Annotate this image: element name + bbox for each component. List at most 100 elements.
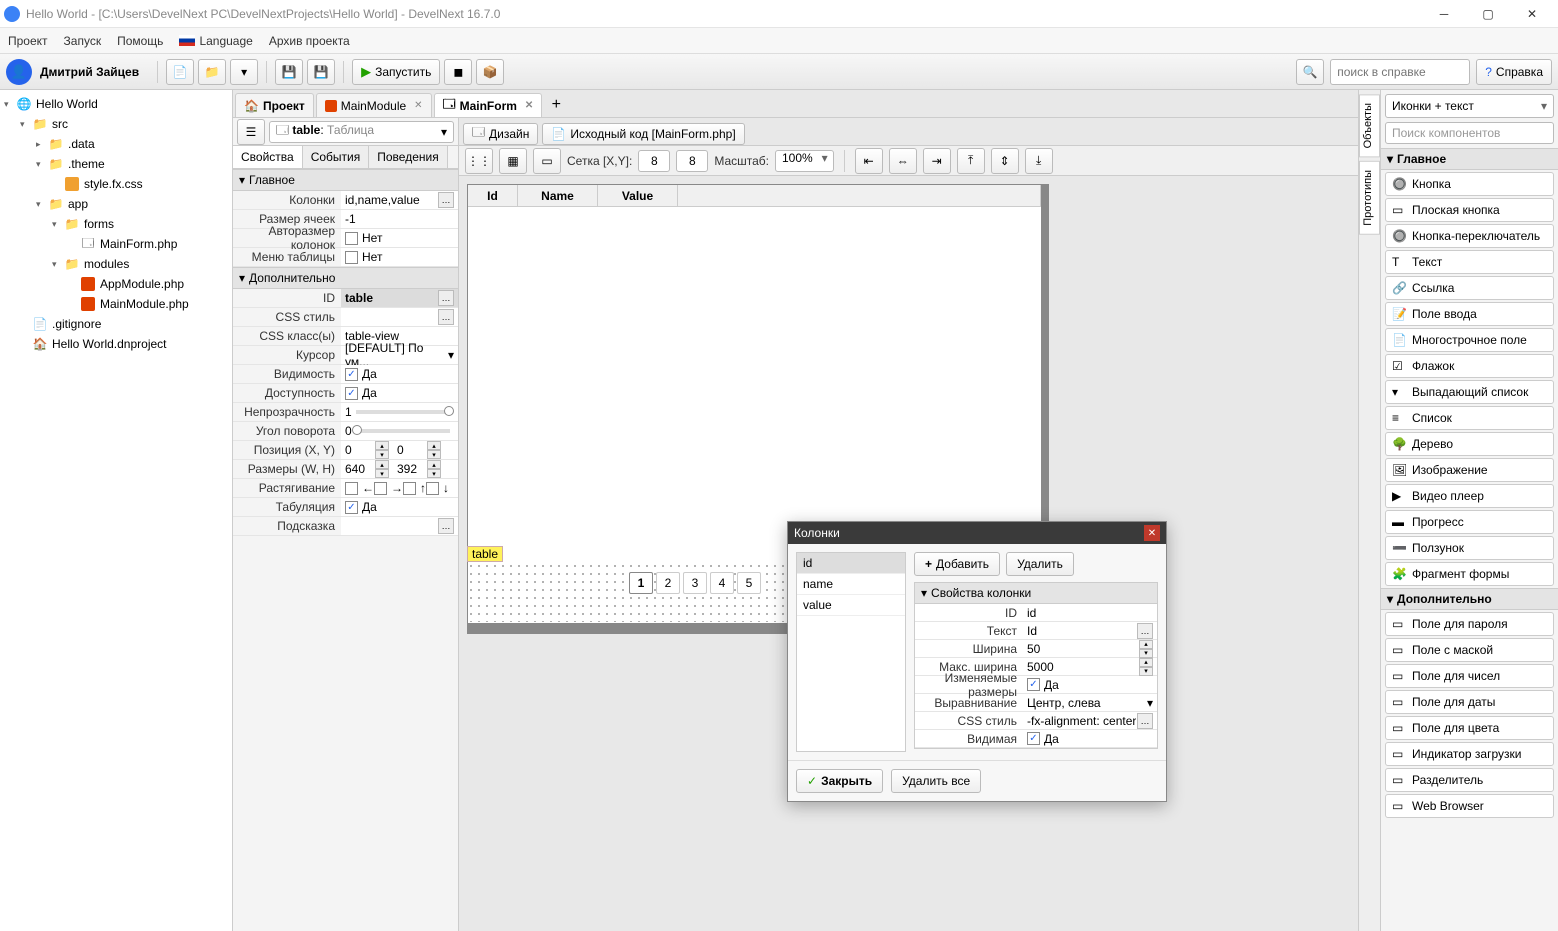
align-top-icon[interactable]: ⤒ <box>957 148 985 174</box>
palette-item[interactable]: ➖Ползунок <box>1385 536 1554 560</box>
tab-mainform[interactable]: 🗔MainForm✕ <box>434 93 543 117</box>
palette-item[interactable]: TТекст <box>1385 250 1554 274</box>
menu-icon[interactable]: ☰ <box>237 119 265 145</box>
palette-search[interactable]: Поиск компонентов <box>1385 122 1554 144</box>
save-all-button[interactable]: 💾 <box>307 59 335 85</box>
tab-design[interactable]: 🗔Дизайн <box>463 123 538 145</box>
section-extra[interactable]: ▾Дополнительно <box>233 267 458 289</box>
tree-data[interactable]: ▸📁.data <box>0 134 232 154</box>
section-extra[interactable]: ▾Дополнительно <box>1381 588 1558 610</box>
menu-language[interactable]: Language <box>179 34 252 48</box>
palette-item[interactable]: ▭Плоская кнопка <box>1385 198 1554 222</box>
dots-button[interactable]: … <box>438 518 454 534</box>
open-dropdown[interactable]: ▾ <box>230 59 258 85</box>
close-icon[interactable]: ✕ <box>1144 525 1160 541</box>
menu-project[interactable]: Проект <box>8 34 48 48</box>
tree-root[interactable]: ▾🌐Hello World <box>0 94 232 114</box>
dots-button[interactable]: … <box>438 309 454 325</box>
open-button[interactable]: 📁 <box>198 59 226 85</box>
align-left-icon[interactable]: ⇤ <box>855 148 883 174</box>
tab-source[interactable]: 📄Исходный код [MainForm.php] <box>542 123 744 145</box>
tree-appmodule[interactable]: AppModule.php <box>0 274 232 294</box>
delete-button[interactable]: Удалить <box>1006 552 1074 576</box>
tab-events[interactable]: События <box>303 146 370 168</box>
tree-mainmodule[interactable]: MainModule.php <box>0 294 232 314</box>
palette-item[interactable]: ▭Индикатор загрузки <box>1385 742 1554 766</box>
build-button[interactable]: 📦 <box>476 59 504 85</box>
close-button[interactable]: ✓Закрыть <box>796 769 883 793</box>
grid-dots-icon[interactable]: ⋮⋮ <box>465 148 493 174</box>
columns-list[interactable]: id name value <box>796 552 906 752</box>
page-1[interactable]: 1 <box>629 572 653 594</box>
dots-button[interactable]: … <box>1137 623 1153 639</box>
tree-style[interactable]: style.fx.css <box>0 174 232 194</box>
layout-icon[interactable]: ▭ <box>533 148 561 174</box>
palette-item[interactable]: ▭Поле для чисел <box>1385 664 1554 688</box>
palette-item[interactable]: 📄Многострочное поле <box>1385 328 1554 352</box>
avatar[interactable]: 👤 <box>6 59 32 85</box>
tree-app[interactable]: ▾📁app <box>0 194 232 214</box>
side-tab-prototypes[interactable]: Прототипы <box>1359 161 1380 235</box>
list-item[interactable]: name <box>797 574 905 595</box>
palette-item[interactable]: 📝Поле ввода <box>1385 302 1554 326</box>
palette-item[interactable]: ▾Выпадающий список <box>1385 380 1554 404</box>
run-button[interactable]: ▶Запустить <box>352 59 440 85</box>
palette-item[interactable]: ≡Список <box>1385 406 1554 430</box>
tab-properties[interactable]: Свойства <box>233 146 303 168</box>
add-button[interactable]: +Добавить <box>914 552 1000 576</box>
palette-item[interactable]: 🔘Кнопка-переключатель <box>1385 224 1554 248</box>
tree-mainform[interactable]: 🗔MainForm.php <box>0 234 232 254</box>
align-right-icon[interactable]: ⇥ <box>923 148 951 174</box>
tree-theme[interactable]: ▾📁.theme <box>0 154 232 174</box>
tree-src[interactable]: ▾📁src <box>0 114 232 134</box>
page-3[interactable]: 3 <box>683 572 707 594</box>
tree-dnproject[interactable]: 🏠Hello World.dnproject <box>0 334 232 354</box>
palette-item[interactable]: ▭Поле для даты <box>1385 690 1554 714</box>
grid-y-input[interactable] <box>676 150 708 172</box>
page-2[interactable]: 2 <box>656 572 680 594</box>
section-main[interactable]: ▾Главное <box>1381 148 1558 170</box>
search-input[interactable] <box>1330 59 1470 85</box>
maximize-button[interactable]: ▢ <box>1466 0 1510 28</box>
dots-button[interactable]: … <box>438 290 454 306</box>
palette-item[interactable]: 🔗Ссылка <box>1385 276 1554 300</box>
zoom-select[interactable]: 100% <box>775 150 834 172</box>
palette-item[interactable]: 🖼Изображение <box>1385 458 1554 482</box>
help-button[interactable]: ?Справка <box>1476 59 1552 85</box>
tree-gitignore[interactable]: 📄.gitignore <box>0 314 232 334</box>
menu-help[interactable]: Помощь <box>117 34 163 48</box>
section-main[interactable]: ▾Главное <box>233 169 458 191</box>
palette-item[interactable]: ☑Флажок <box>1385 354 1554 378</box>
tree-forms[interactable]: ▾📁forms <box>0 214 232 234</box>
grid-icon[interactable]: ▦ <box>499 148 527 174</box>
delete-all-button[interactable]: Удалить все <box>891 769 981 793</box>
palette-item[interactable]: ▶Видео плеер <box>1385 484 1554 508</box>
save-button[interactable]: 💾 <box>275 59 303 85</box>
close-icon[interactable]: ✕ <box>525 100 533 111</box>
palette-item[interactable]: 🌳Дерево <box>1385 432 1554 456</box>
list-item[interactable]: id <box>797 553 905 574</box>
align-center-h-icon[interactable]: ⇔ <box>889 148 917 174</box>
dots-button[interactable]: … <box>438 192 454 208</box>
palette-item[interactable]: 🔘Кнопка <box>1385 172 1554 196</box>
menu-archive[interactable]: Архив проекта <box>269 34 350 48</box>
palette-item[interactable]: ▭Поле для цвета <box>1385 716 1554 740</box>
menu-run[interactable]: Запуск <box>64 34 102 48</box>
add-tab-button[interactable]: + <box>544 93 568 117</box>
minimize-button[interactable]: ─ <box>1422 0 1466 28</box>
palette-item[interactable]: 🧩Фрагмент формы <box>1385 562 1554 586</box>
palette-item[interactable]: ▭Поле с маской <box>1385 638 1554 662</box>
palette-item[interactable]: ▭Разделитель <box>1385 768 1554 792</box>
tab-mainmodule[interactable]: MainModule✕ <box>316 93 432 117</box>
side-tab-objects[interactable]: Объекты <box>1359 94 1380 157</box>
component-selector[interactable]: 🗔 table: Таблица ▾ <box>269 121 454 143</box>
stop-button[interactable]: ◼ <box>444 59 472 85</box>
page-5[interactable]: 5 <box>737 572 761 594</box>
palette-item[interactable]: ▭Web Browser <box>1385 794 1554 818</box>
align-center-v-icon[interactable]: ⇕ <box>991 148 1019 174</box>
palette-item[interactable]: ▭Поле для пароля <box>1385 612 1554 636</box>
palette-mode[interactable]: Иконки + текст <box>1385 94 1554 118</box>
list-item[interactable]: value <box>797 595 905 616</box>
tab-behaviors[interactable]: Поведения <box>369 146 447 168</box>
page-4[interactable]: 4 <box>710 572 734 594</box>
